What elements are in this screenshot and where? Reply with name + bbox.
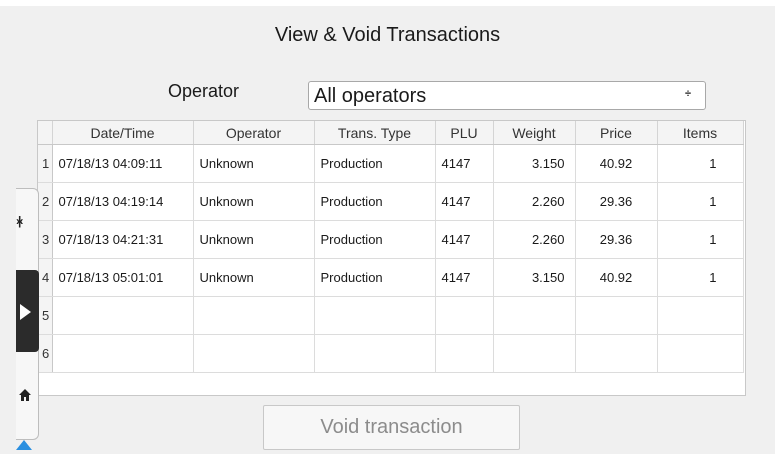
up-arrow-icon[interactable] — [16, 440, 32, 450]
header-operator[interactable]: Operator — [193, 121, 315, 145]
cell-plu — [435, 334, 494, 373]
cell-datetime — [52, 296, 194, 335]
header-trans-type[interactable]: Trans. Type — [314, 121, 436, 145]
cell-items: 1 — [657, 258, 744, 297]
top-band — [0, 0, 775, 6]
cell-trans-type — [314, 296, 436, 335]
fit-view-icon[interactable]: ›|‹ — [16, 214, 24, 228]
header-datetime[interactable]: Date/Time — [52, 121, 194, 145]
cell-operator — [193, 296, 315, 335]
cell-price: 29.36 — [575, 220, 658, 259]
cell-plu: 4147 — [435, 182, 494, 221]
cell-trans-type: Production — [314, 144, 436, 183]
cell-items: 1 — [657, 182, 744, 221]
cell-operator: Unknown — [193, 220, 315, 259]
row-number: 3 — [38, 220, 53, 259]
row-number: 6 — [38, 334, 53, 373]
page-title: View & Void Transactions — [274, 24, 501, 46]
cell-price: 40.92 — [575, 258, 658, 297]
cell-weight — [493, 296, 576, 335]
cell-weight: 3.150 — [493, 258, 576, 297]
cell-trans-type: Production — [314, 258, 436, 297]
table-row[interactable]: 4 07/18/13 05:01:01 Unknown Production 4… — [38, 258, 744, 297]
home-icon[interactable] — [18, 388, 32, 404]
header-items[interactable]: Items — [657, 121, 744, 145]
operator-select[interactable]: All operators ÷ — [308, 81, 706, 110]
cell-datetime — [52, 334, 194, 373]
header-corner — [38, 121, 53, 145]
cell-operator: Unknown — [193, 182, 315, 221]
cell-weight: 2.260 — [493, 182, 576, 221]
cell-plu — [435, 296, 494, 335]
row-number: 1 — [38, 144, 53, 183]
cell-operator: Unknown — [193, 144, 315, 183]
cell-price: 40.92 — [575, 144, 658, 183]
cell-items — [657, 334, 744, 373]
row-number: 5 — [38, 296, 53, 335]
cell-plu: 4147 — [435, 144, 494, 183]
table-row[interactable]: 1 07/18/13 04:09:11 Unknown Production 4… — [38, 144, 744, 183]
cell-price: 29.36 — [575, 182, 658, 221]
cell-trans-type: Production — [314, 220, 436, 259]
cell-plu: 4147 — [435, 220, 494, 259]
cell-items: 1 — [657, 144, 744, 183]
header-price[interactable]: Price — [575, 121, 658, 145]
cell-weight: 3.150 — [493, 144, 576, 183]
table-row[interactable]: 3 07/18/13 04:21:31 Unknown Production 4… — [38, 220, 744, 259]
select-arrows-icon: ÷ — [684, 88, 691, 100]
cell-datetime: 07/18/13 05:01:01 — [52, 258, 194, 297]
table-row[interactable]: 2 07/18/13 04:19:14 Unknown Production 4… — [38, 182, 744, 221]
cell-price — [575, 334, 658, 373]
header-plu[interactable]: PLU — [435, 121, 494, 145]
cell-items: 1 — [657, 220, 744, 259]
table-header: Date/Time Operator Trans. Type PLU Weigh… — [38, 121, 744, 145]
cell-weight — [493, 334, 576, 373]
table-row[interactable]: 6 — [38, 334, 744, 373]
play-icon[interactable] — [20, 304, 31, 320]
row-number: 2 — [38, 182, 53, 221]
cell-trans-type: Production — [314, 182, 436, 221]
cell-trans-type — [314, 334, 436, 373]
cell-weight: 2.260 — [493, 220, 576, 259]
row-number: 4 — [38, 258, 53, 297]
void-transaction-button[interactable]: Void transaction — [263, 405, 520, 450]
header-weight[interactable]: Weight — [493, 121, 576, 145]
cell-price — [575, 296, 658, 335]
cell-datetime: 07/18/13 04:09:11 — [52, 144, 194, 183]
operator-select-value: All operators — [314, 85, 427, 107]
cell-operator — [193, 334, 315, 373]
cell-plu: 4147 — [435, 258, 494, 297]
cell-items — [657, 296, 744, 335]
cell-datetime: 07/18/13 04:21:31 — [52, 220, 194, 259]
cell-operator: Unknown — [193, 258, 315, 297]
operator-label: Operator — [168, 81, 240, 101]
cell-datetime: 07/18/13 04:19:14 — [52, 182, 194, 221]
transactions-table[interactable]: Date/Time Operator Trans. Type PLU Weigh… — [37, 120, 746, 396]
table-row[interactable]: 5 — [38, 296, 744, 335]
